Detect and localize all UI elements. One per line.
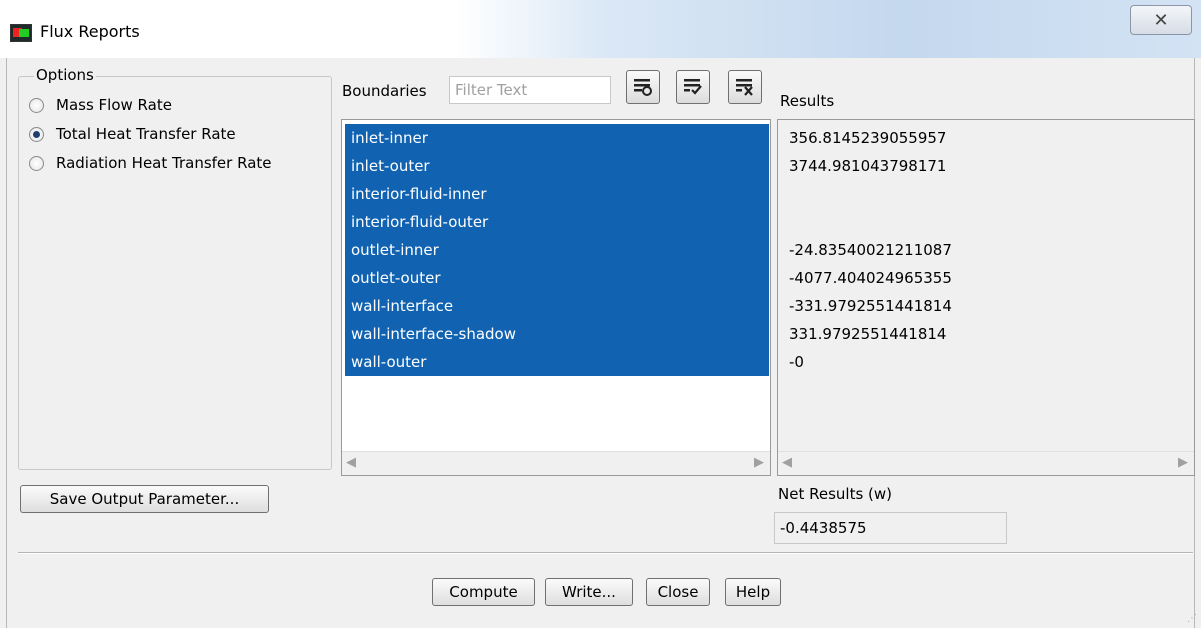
results-hscrollbar[interactable]: ◀ ▶ <box>778 451 1194 475</box>
select-all-icon <box>634 79 652 96</box>
result-value <box>778 208 1194 236</box>
boundary-list-item[interactable]: outlet-inner <box>345 236 769 264</box>
net-results-field: -0.4438575 <box>774 512 1007 544</box>
radio-button-icon[interactable] <box>29 155 44 171</box>
compute-button[interactable]: Compute <box>432 578 535 606</box>
radio-button-icon[interactable] <box>29 126 44 142</box>
close-button[interactable]: Close <box>646 578 710 606</box>
result-value: 356.8145239055957 <box>789 129 947 147</box>
result-value: -0 <box>789 353 804 371</box>
results-listbox: 356.8145239055957 3744.981043798171 -24.83… <box>777 119 1195 476</box>
boundary-list-item[interactable]: outlet-outer <box>345 264 769 292</box>
boundary-list-item[interactable]: wall-interface-shadow <box>345 320 769 348</box>
scroll-right-icon[interactable]: ▶ <box>754 455 764 470</box>
separator <box>18 552 1193 554</box>
boundaries-hscrollbar[interactable]: ◀ ▶ <box>342 451 770 475</box>
close-icon: ✕ <box>1153 9 1169 31</box>
boundaries-listbox[interactable]: inlet-inner inlet-outer interior-fluid-inn… <box>341 119 771 476</box>
clear-filter-button[interactable] <box>728 70 762 104</box>
radio-button-icon[interactable] <box>29 97 44 113</box>
select-all-button[interactable] <box>626 70 660 104</box>
deselect-all-icon <box>684 79 702 95</box>
radio-label: Radiation Heat Transfer Rate <box>56 154 272 172</box>
deselect-all-button[interactable] <box>676 70 710 104</box>
radio-label: Total Heat Transfer Rate <box>56 125 236 143</box>
boundary-list-item[interactable]: inlet-inner <box>345 124 769 152</box>
radio-option[interactable]: Radiation Heat Transfer Rate <box>29 154 272 172</box>
boundary-list-item[interactable]: interior-fluid-inner <box>345 180 769 208</box>
help-button[interactable]: Help <box>725 578 781 606</box>
result-value: 3744.981043798171 <box>789 157 947 175</box>
result-value <box>778 180 1194 208</box>
window-close-button[interactable]: ✕ <box>1130 5 1192 35</box>
title-bar: Flux Reports ✕ <box>0 0 1201 58</box>
clear-filter-icon <box>736 79 753 96</box>
boundary-list-item[interactable]: interior-fluid-outer <box>345 208 769 236</box>
result-value: -331.9792551441814 <box>789 297 952 315</box>
scroll-right-icon[interactable]: ▶ <box>1178 455 1188 470</box>
save-output-parameter-button[interactable]: Save Output Parameter... <box>20 485 269 513</box>
results-label: Results <box>780 92 835 110</box>
boundary-list-item[interactable]: wall-outer <box>345 348 769 376</box>
resize-grip-icon[interactable]: ⋰ <box>1187 613 1197 624</box>
result-value: 331.9792551441814 <box>789 325 947 343</box>
result-value: -24.83540021211087 <box>789 241 952 259</box>
boundary-list-item[interactable]: wall-interface <box>345 292 769 320</box>
result-value: -4077.404024965355 <box>789 269 952 287</box>
radio-label: Mass Flow Rate <box>56 96 172 114</box>
filter-text-input[interactable] <box>449 76 611 104</box>
boundary-list-item[interactable]: inlet-outer <box>345 152 769 180</box>
scroll-left-icon[interactable]: ◀ <box>782 455 792 470</box>
options-legend: Options <box>34 66 96 84</box>
boundaries-label: Boundaries <box>342 82 427 100</box>
scroll-left-icon[interactable]: ◀ <box>346 455 356 470</box>
window-title: Flux Reports <box>40 22 140 41</box>
net-results-label: Net Results (w) <box>778 485 893 503</box>
radio-option[interactable]: Mass Flow Rate <box>29 96 172 114</box>
write-button[interactable]: Write... <box>545 578 633 606</box>
radio-option[interactable]: Total Heat Transfer Rate <box>29 125 236 143</box>
fluent-app-icon <box>10 24 32 42</box>
